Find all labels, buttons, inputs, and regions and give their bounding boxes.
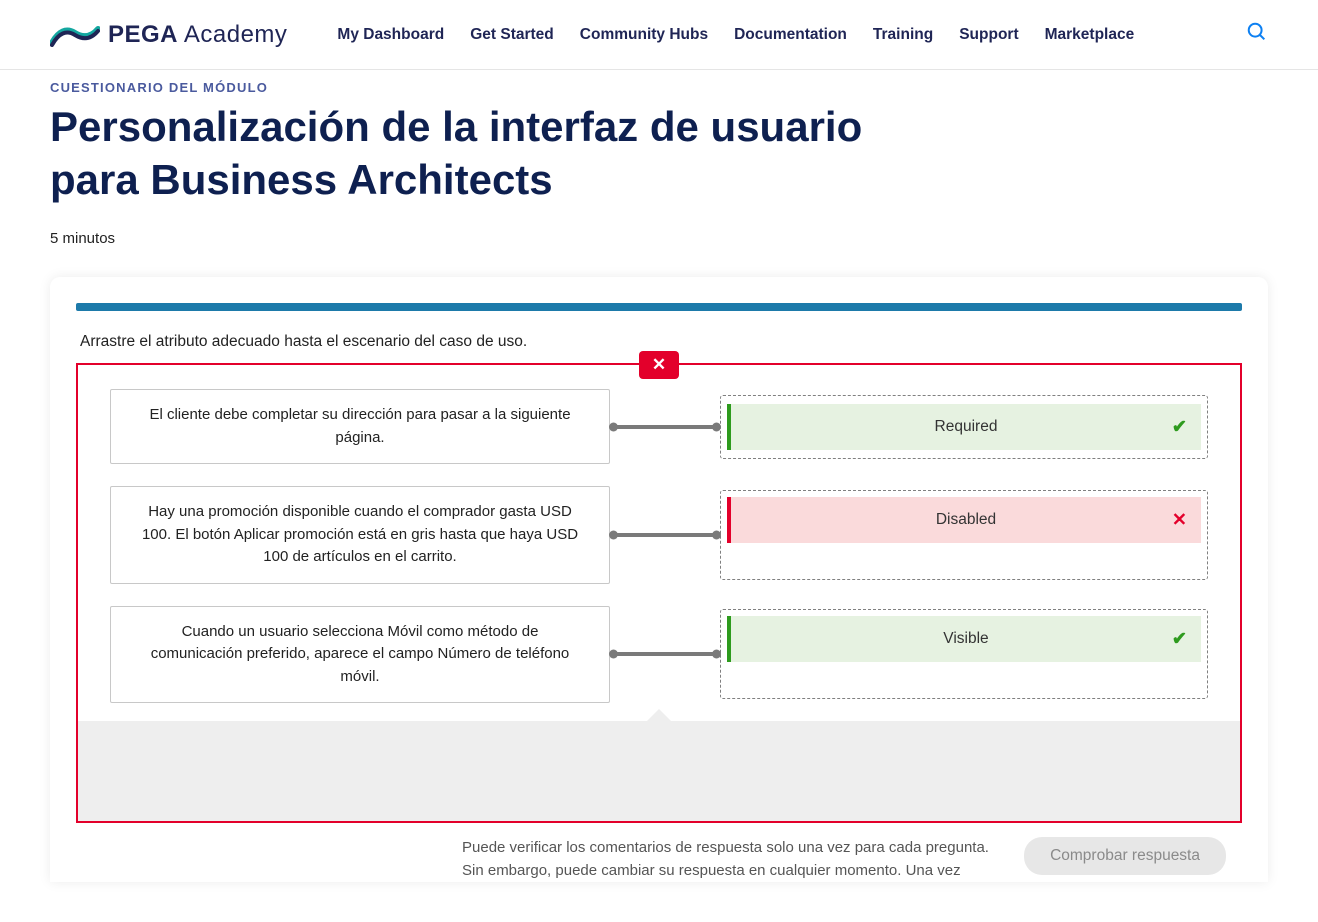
scenario-box: Cuando un usuario selecciona Móvil como … [110,606,610,704]
search-icon[interactable] [1226,21,1268,49]
nav-documentation[interactable]: Documentation [734,26,847,44]
match-rows: El cliente debe completar su dirección p… [110,389,1208,703]
feedback-notch [645,709,673,723]
nav-support[interactable]: Support [959,26,1018,44]
check-answer-button[interactable]: Comprobar respuesta [1024,837,1226,875]
primary-nav: My Dashboard Get Started Community Hubs … [337,26,1226,44]
drop-target[interactable]: Visible ✔ [720,609,1208,699]
nav-training[interactable]: Training [873,26,933,44]
check-icon: ✔ [1172,629,1187,650]
match-row: Hay una promoción disponible cuando el c… [110,486,1208,584]
page-title: Personalización de la interfaz de usuari… [50,101,900,206]
match-area: ✕ El cliente debe completar su dirección… [76,363,1242,823]
nav-marketplace[interactable]: Marketplace [1045,26,1135,44]
quiz-card: Arrastre el atributo adecuado hasta el e… [50,277,1268,882]
answer-label: Disabled [936,511,996,529]
answer-chip[interactable]: Disabled ✕ [727,497,1201,543]
module-eyebrow: CUESTIONARIO DEL MÓDULO [50,80,1268,95]
connector-line [610,533,720,537]
brand-logo[interactable]: PEGA Academy [50,21,287,49]
feedback-hint-text: Puede verificar los comentarios de respu… [462,837,1004,882]
pega-logo-icon [50,23,100,47]
match-row: Cuando un usuario selecciona Móvil como … [110,606,1208,704]
answer-chip[interactable]: Required ✔ [727,404,1201,450]
page-heading: CUESTIONARIO DEL MÓDULO Personalización … [0,70,1318,277]
duration-label: 5 minutos [50,230,1268,247]
connector-line [610,425,720,429]
answer-chip[interactable]: Visible ✔ [727,616,1201,662]
main-header: PEGA Academy My Dashboard Get Started Co… [0,0,1318,70]
quiz-progress-bar [76,303,1242,311]
scenario-box: El cliente debe completar su dirección p… [110,389,610,464]
nav-community-hubs[interactable]: Community Hubs [580,26,708,44]
brand-text: PEGA Academy [108,21,287,49]
nav-get-started[interactable]: Get Started [470,26,554,44]
cross-icon: ✕ [1172,509,1187,530]
quiz-container: Arrastre el atributo adecuado hasta el e… [0,277,1318,922]
scenario-box: Hay una promoción disponible cuando el c… [110,486,610,584]
drop-target[interactable]: Required ✔ [720,395,1208,459]
quiz-footer: Puede verificar los comentarios de respu… [76,823,1242,882]
nav-my-dashboard[interactable]: My Dashboard [337,26,444,44]
connector-line [610,652,720,656]
answer-label: Required [935,418,998,436]
question-prompt: Arrastre el atributo adecuado hasta el e… [76,333,1242,351]
incorrect-badge-icon: ✕ [639,351,679,379]
drop-target[interactable]: Disabled ✕ [720,490,1208,580]
check-icon: ✔ [1172,416,1187,437]
match-row: El cliente debe completar su dirección p… [110,389,1208,464]
answer-label: Visible [943,630,988,648]
